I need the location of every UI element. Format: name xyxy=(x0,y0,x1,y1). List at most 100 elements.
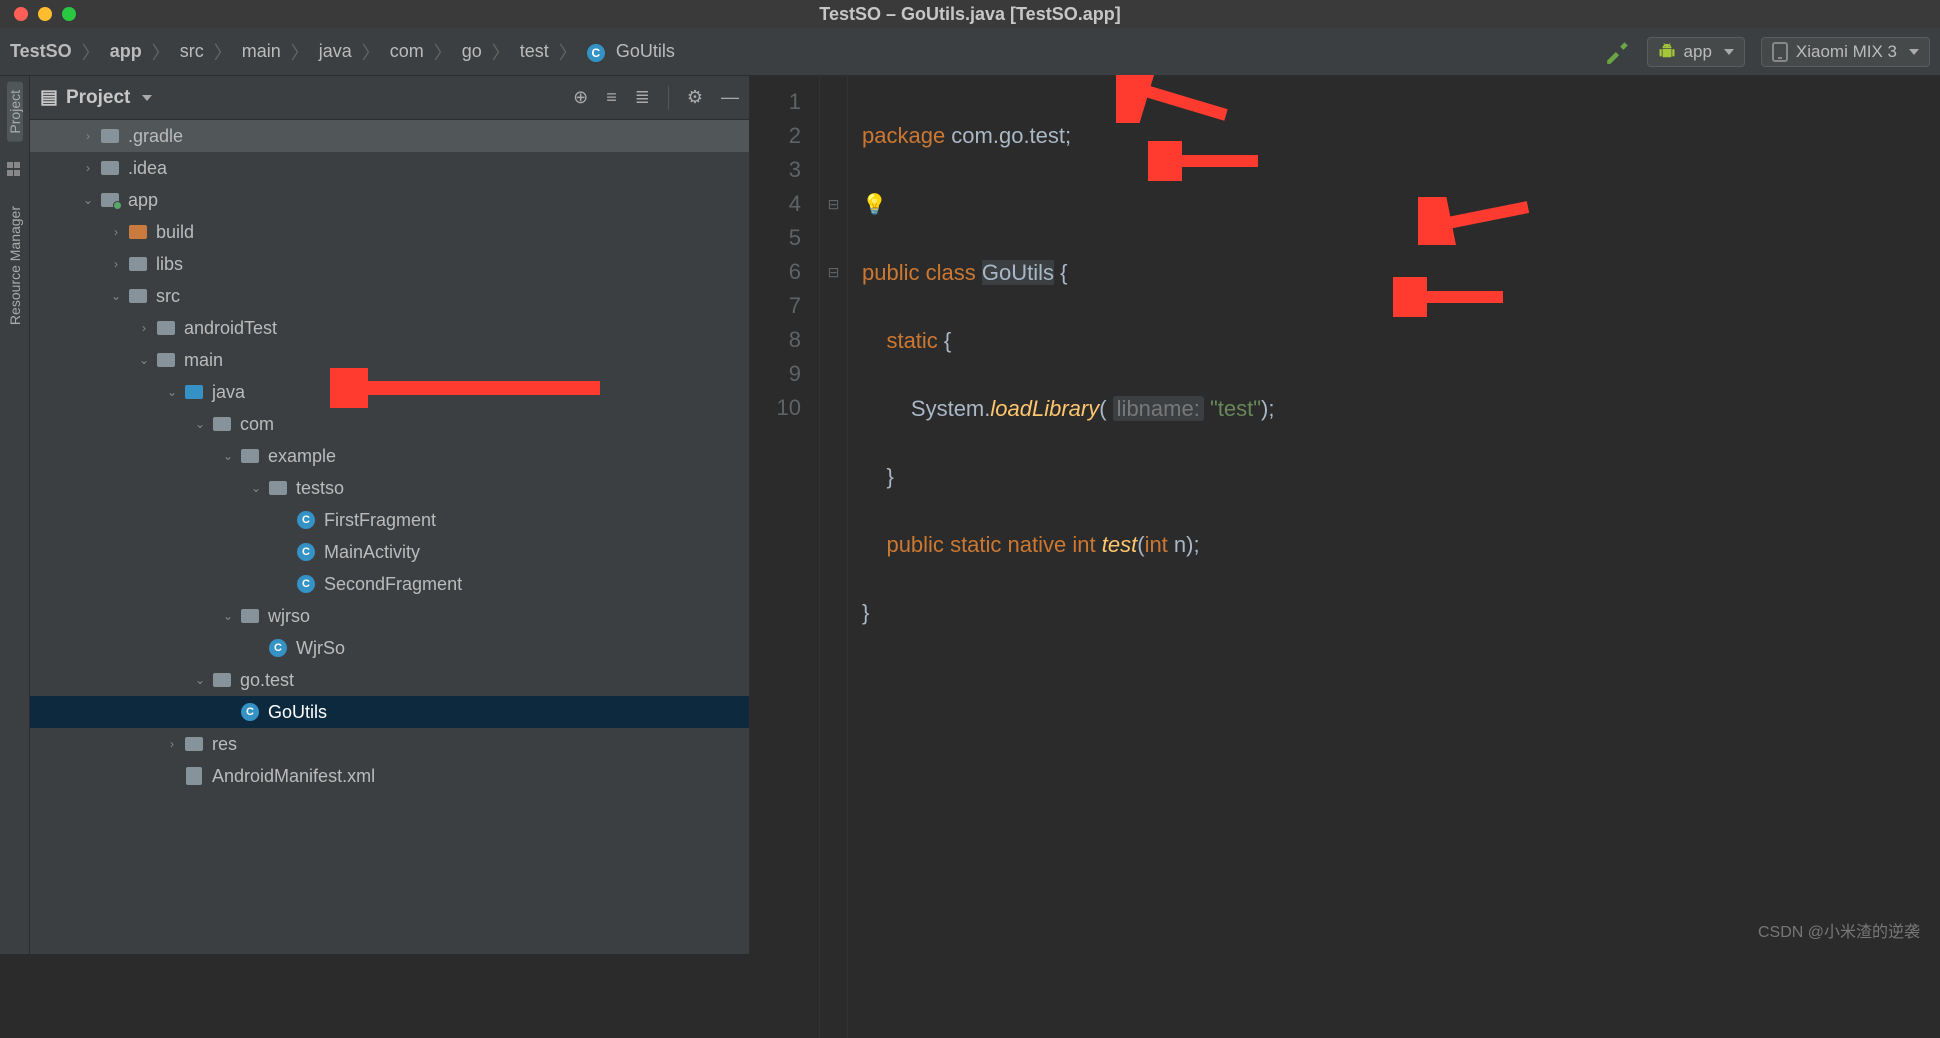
tree-item[interactable]: CMainActivity xyxy=(30,536,749,568)
tree-item-label: .gradle xyxy=(128,120,183,152)
tree-item[interactable]: ⌄java xyxy=(30,376,749,408)
top-toolbar: TestSO 〉 app 〉 src 〉 main 〉 java 〉 com 〉… xyxy=(0,28,1940,76)
tree-item[interactable]: ⌄src xyxy=(30,280,749,312)
resource-manager-tool-button[interactable]: Resource Manager xyxy=(7,198,23,333)
keyword: static xyxy=(886,328,937,353)
line-number-gutter: 12345678910 xyxy=(750,77,820,1038)
crumb-label: TestSO xyxy=(10,41,72,61)
code-text: } xyxy=(886,464,893,489)
android-icon xyxy=(1658,43,1676,61)
keyword: int xyxy=(1072,532,1095,557)
fold-handle-icon[interactable]: ⊟ xyxy=(820,255,847,289)
crumb-item[interactable]: go xyxy=(462,41,482,62)
left-tool-rail: Project Resource Manager xyxy=(0,76,30,954)
method-name: loadLibrary xyxy=(990,396,1099,421)
tree-item-label: AndroidManifest.xml xyxy=(212,760,375,792)
tree-item-label: androidTest xyxy=(184,312,277,344)
build-icon[interactable] xyxy=(1605,39,1631,65)
close-window-icon[interactable] xyxy=(14,7,28,21)
tree-item[interactable]: ⌄go.test xyxy=(30,664,749,696)
chevron-down-icon[interactable]: ⌄ xyxy=(134,344,154,376)
crumb-item[interactable]: main xyxy=(242,41,281,62)
tree-item[interactable]: › androidTest xyxy=(30,312,749,344)
chevron-right-icon[interactable]: › xyxy=(162,728,182,760)
chevron-right-icon[interactable]: › xyxy=(134,312,154,344)
crumb-item[interactable]: src xyxy=(180,41,204,62)
minimize-window-icon[interactable] xyxy=(38,7,52,21)
chevron-down-icon[interactable]: ⌄ xyxy=(190,408,210,440)
tree-item[interactable]: › build xyxy=(30,216,749,248)
chevron-down-icon[interactable]: ⌄ xyxy=(162,376,182,408)
line-number: 4 xyxy=(750,187,801,221)
maximize-window-icon[interactable] xyxy=(62,7,76,21)
chevron-down-icon[interactable] xyxy=(142,95,152,101)
chevron-down-icon[interactable]: ⌄ xyxy=(190,664,210,696)
device-dropdown[interactable]: Xiaomi MIX 3 xyxy=(1761,37,1930,67)
run-configuration-dropdown[interactable]: app xyxy=(1647,37,1745,67)
hide-panel-icon[interactable]: — xyxy=(721,87,739,108)
chevron-right-icon[interactable]: › xyxy=(106,216,126,248)
chevron-down-icon[interactable]: ⌄ xyxy=(106,280,126,312)
line-number: 3 xyxy=(750,153,801,187)
crumb-item[interactable]: java xyxy=(319,41,352,62)
collapse-all-icon[interactable]: ≣ xyxy=(635,87,650,108)
keyword: static xyxy=(950,532,1001,557)
chevron-right-icon: 〉 xyxy=(152,39,170,65)
crumb-item[interactable]: TestSO xyxy=(10,41,72,62)
crumb-label: GoUtils xyxy=(616,41,675,61)
project-panel-title[interactable]: Project xyxy=(66,87,130,109)
tree-item[interactable]: CFirstFragment xyxy=(30,504,749,536)
crumb-item[interactable]: app xyxy=(110,41,142,62)
bulb-icon[interactable]: 💡 xyxy=(862,194,887,216)
chevron-right-icon: 〉 xyxy=(559,39,577,65)
chevron-right-icon[interactable]: › xyxy=(106,248,126,280)
crumb-item[interactable]: test xyxy=(520,41,549,62)
gear-icon[interactable]: ⚙ xyxy=(687,87,703,108)
code-text: } xyxy=(862,600,869,625)
tree-item-label: wjrso xyxy=(268,600,310,632)
chevron-right-icon[interactable]: › xyxy=(78,120,98,152)
tree-item[interactable]: ⌄example xyxy=(30,440,749,472)
chevron-down-icon xyxy=(1909,49,1919,55)
tree-item[interactable]: CGoUtils xyxy=(30,696,749,728)
tree-item[interactable]: ⌄ wjrso xyxy=(30,600,749,632)
tree-item[interactable]: › .idea xyxy=(30,152,749,184)
tree-item[interactable]: ›res xyxy=(30,728,749,760)
package-icon xyxy=(210,673,234,687)
tree-item[interactable]: ⌄com xyxy=(30,408,749,440)
tree-item[interactable]: CWjrSo xyxy=(30,632,749,664)
folder-icon xyxy=(154,321,178,335)
chevron-down-icon[interactable]: ⌄ xyxy=(218,440,238,472)
tree-item[interactable]: ⌄main xyxy=(30,344,749,376)
project-tool-button[interactable]: Project xyxy=(7,82,23,142)
tree-item[interactable]: ⌄app xyxy=(30,184,749,216)
code-editor[interactable]: package com.go.test; 💡 public class GoUt… xyxy=(848,77,1940,1038)
chevron-right-icon: 〉 xyxy=(362,39,380,65)
tree-item[interactable]: AndroidManifest.xml xyxy=(30,760,749,792)
device-name: Xiaomi MIX 3 xyxy=(1796,42,1897,62)
tree-item[interactable]: CSecondFragment xyxy=(30,568,749,600)
project-tree[interactable]: ›.gradle›.idea⌄app›build›libs⌄src›androi… xyxy=(30,120,749,954)
line-number: 5 xyxy=(750,221,801,255)
expand-all-icon[interactable]: ≡ xyxy=(606,87,617,108)
tree-item[interactable]: ›libs xyxy=(30,248,749,280)
crumb-item[interactable]: com xyxy=(390,41,424,62)
spacer xyxy=(820,391,847,425)
tree-item[interactable]: ⌄testso xyxy=(30,472,749,504)
module-name: app xyxy=(1684,42,1712,62)
chevron-down-icon[interactable]: ⌄ xyxy=(78,184,98,216)
tree-item-label: MainActivity xyxy=(324,536,420,568)
folder-icon xyxy=(98,129,122,143)
class-icon: C xyxy=(294,511,318,529)
keyword: native xyxy=(1008,532,1067,557)
tree-item-label: .idea xyxy=(128,152,167,184)
chevron-down-icon[interactable]: ⌄ xyxy=(218,600,238,632)
chevron-right-icon[interactable]: › xyxy=(78,152,98,184)
tree-item-label: build xyxy=(156,216,194,248)
chevron-right-icon: 〉 xyxy=(291,39,309,65)
tree-item[interactable]: › .gradle xyxy=(30,120,749,152)
crumb-item[interactable]: C GoUtils xyxy=(587,41,675,62)
select-opened-file-icon[interactable]: ⊕ xyxy=(573,87,588,108)
fold-handle-icon[interactable]: ⊟ xyxy=(820,187,847,221)
chevron-down-icon[interactable]: ⌄ xyxy=(246,472,266,504)
